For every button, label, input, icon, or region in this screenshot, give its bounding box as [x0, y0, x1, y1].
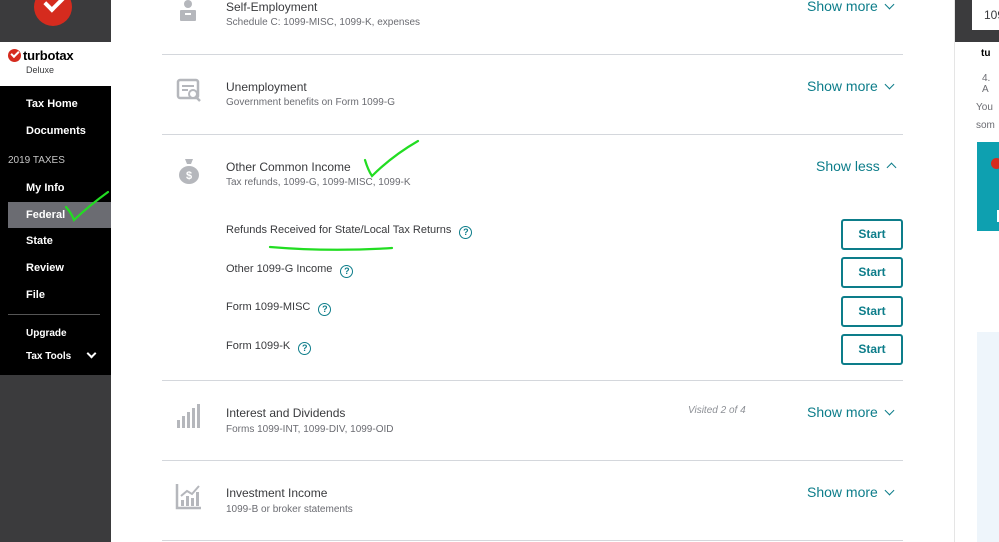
sidebar-item-review[interactable]: Review — [0, 255, 111, 281]
sidebar-header — [0, 0, 111, 42]
sidebar-nav: Tax Home Documents 2019 TAXES My Info Fe… — [0, 86, 111, 375]
sub-item-refunds-state-local: Refunds Received for State/Local Tax Ret… — [226, 224, 473, 239]
section-subtitle-unemployment: Government benefits on Form 1099-G — [226, 97, 395, 108]
section-subtitle-investment-income: 1099-B or broker statements — [226, 504, 353, 515]
sub-item-form-1099misc: Form 1099-MISC? — [226, 301, 332, 316]
help-icon[interactable]: ? — [459, 226, 473, 239]
show-more-label: Show more — [807, 404, 878, 420]
section-subtitle-other-common-income: Tax refunds, 1099-G, 1099-MISC, 1099-K — [226, 177, 411, 188]
show-more-label: Show more — [807, 78, 878, 94]
section-title-self-employment: Self-Employment — [226, 0, 318, 14]
start-button-refunds[interactable]: Start — [841, 219, 903, 250]
money-bag-icon: $ — [179, 159, 199, 184]
investment-chart-icon — [175, 484, 201, 510]
sidebar-divider — [8, 314, 100, 315]
sub-item-form-1099k: Form 1099-K? — [226, 340, 312, 355]
right-panel-step: 4. A — [982, 73, 991, 95]
svg-text:$: $ — [186, 170, 192, 182]
document-search-icon — [176, 78, 201, 102]
right-panel-text-1: You — [976, 102, 993, 113]
brand-block[interactable]: turbotax Deluxe — [0, 42, 111, 86]
show-less-label: Show less — [816, 158, 880, 174]
section-title-unemployment: Unemployment — [226, 80, 307, 94]
section-divider — [162, 380, 903, 381]
chevron-down-icon — [884, 485, 895, 496]
sub-item-label: Form 1099-MISC — [226, 301, 311, 313]
sidebar-item-my-info[interactable]: My Info — [0, 175, 111, 201]
sidebar-item-file[interactable]: File — [0, 282, 111, 308]
sidebar-item-upgrade[interactable]: Upgrade — [26, 328, 67, 339]
chevron-down-icon — [884, 0, 895, 10]
show-less-other-common-income[interactable]: Show less — [816, 158, 897, 174]
section-divider — [162, 134, 903, 135]
start-button-other-1099g[interactable]: Start — [841, 257, 903, 288]
visited-status: Visited 2 of 4 — [688, 405, 746, 416]
right-panel-header: 1099 — [955, 0, 999, 42]
start-button-1099misc[interactable]: Start — [841, 296, 903, 327]
right-help-panel: 1099 tu 4. A You som — [954, 0, 999, 542]
section-divider — [162, 540, 903, 541]
sub-item-label: Other 1099-G Income — [226, 263, 333, 275]
help-icon[interactable]: ? — [340, 265, 354, 278]
brand-edition: Deluxe — [26, 65, 55, 75]
show-more-label: Show more — [807, 484, 878, 500]
sidebar-item-tax-tools[interactable]: Tax Tools — [26, 351, 71, 362]
section-subtitle-self-employment: Schedule C: 1099-MISC, 1099-K, expenses — [226, 17, 420, 28]
sidebar-item-tax-home[interactable]: Tax Home — [0, 91, 111, 117]
main-content: Self-Employment Schedule C: 1099-MISC, 1… — [111, 0, 954, 542]
sidebar-item-federal[interactable]: Federal — [8, 202, 111, 228]
sidebar-item-documents[interactable]: Documents — [0, 118, 111, 144]
section-title-investment-income: Investment Income — [226, 486, 328, 500]
sidebar: turbotax Deluxe Tax Home Documents 2019 … — [0, 0, 111, 542]
turbotax-check-icon — [991, 158, 999, 169]
chevron-up-icon — [886, 162, 897, 173]
show-more-interest-dividends[interactable]: Show more — [807, 404, 895, 420]
section-divider — [162, 460, 903, 461]
chevron-down-icon — [884, 79, 895, 90]
bar-chart-icon — [177, 404, 200, 428]
promo-card[interactable] — [977, 142, 999, 231]
sidebar-item-state[interactable]: State — [0, 228, 111, 254]
show-more-unemployment[interactable]: Show more — [807, 78, 895, 94]
sub-item-label: Refunds Received for State/Local Tax Ret… — [226, 224, 452, 236]
help-icon[interactable]: ? — [318, 303, 332, 316]
show-more-investment-income[interactable]: Show more — [807, 484, 895, 500]
section-divider — [162, 54, 903, 55]
chevron-down-icon[interactable] — [86, 348, 97, 359]
turbotax-check-icon[interactable] — [34, 0, 72, 26]
right-panel-text-2: som — [976, 120, 995, 131]
search-input[interactable]: 1099 — [972, 0, 999, 30]
brand-name: turbotax — [23, 48, 74, 63]
help-icon[interactable]: ? — [298, 342, 312, 355]
section-title-interest-dividends: Interest and Dividends — [226, 406, 346, 420]
sub-item-label: Form 1099-K — [226, 340, 291, 352]
brand-check-icon — [8, 49, 21, 62]
start-button-1099k[interactable]: Start — [841, 334, 903, 365]
section-subtitle-interest-dividends: Forms 1099-INT, 1099-DIV, 1099-OID — [226, 424, 394, 435]
page: turbotax Deluxe Tax Home Documents 2019 … — [0, 0, 999, 542]
sub-item-other-1099g: Other 1099-G Income? — [226, 263, 354, 278]
sidebar-section-label: 2019 TAXES — [8, 155, 65, 166]
chevron-down-icon — [884, 405, 895, 416]
section-title-other-common-income: Other Common Income — [226, 160, 351, 174]
right-panel-heading: tu — [981, 48, 991, 59]
show-more-self-employment[interactable]: Show more — [807, 0, 895, 14]
briefcase-person-icon — [180, 0, 196, 21]
show-more-label: Show more — [807, 0, 878, 14]
right-panel-info-box — [977, 332, 999, 542]
